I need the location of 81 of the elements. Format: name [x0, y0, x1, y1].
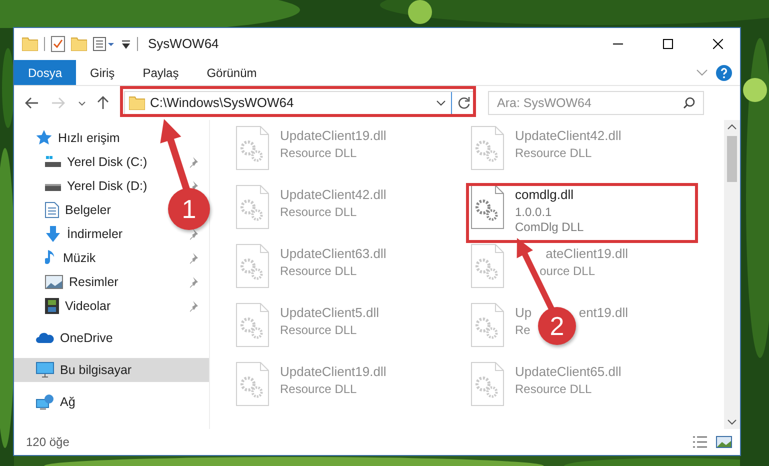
drive-icon [45, 156, 61, 168]
properties-icon[interactable] [51, 36, 65, 52]
sidebar-item[interactable]: İndirmeler [45, 222, 123, 246]
up-arrow-icon [97, 96, 109, 110]
pin-icon[interactable] [189, 276, 201, 288]
view-menu-icon[interactable] [93, 37, 115, 51]
caret-icon[interactable] [121, 39, 131, 49]
sidebar-item[interactable]: Hızlı erişim [14, 126, 209, 150]
file-detail: ComDlg DLL [515, 220, 584, 234]
forward-arrow-icon [51, 97, 65, 109]
sidebar-item[interactable]: Yerel Disk (C:) [45, 150, 148, 174]
maximize-icon [663, 39, 673, 49]
computer-icon [36, 362, 54, 378]
file-detail: Re [515, 322, 530, 338]
caret-icon [78, 100, 86, 106]
file-name: ent19.dll [578, 304, 628, 322]
scroll-up-icon[interactable] [727, 124, 737, 130]
file-detail: Resource DLL [280, 382, 357, 396]
address-bar[interactable]: C:\Windows\SysWOW64 [124, 91, 476, 115]
search-icon [683, 97, 695, 109]
file-detail: ource DLL [538, 264, 595, 278]
file-detail: Resource DLL [515, 146, 592, 160]
help-icon[interactable] [716, 64, 732, 80]
file-detail: Resource DLL [280, 322, 357, 338]
sidebar-item[interactable]: Videolar [45, 294, 111, 318]
sidebar-item[interactable]: Belgeler [45, 198, 111, 222]
new-folder-icon[interactable] [71, 37, 87, 51]
scroll-down-icon[interactable] [727, 419, 737, 425]
file-detail: Resource DLL [280, 146, 357, 160]
file-name: UpdateClient42.dll [515, 127, 622, 145]
back-arrow-icon [25, 97, 39, 109]
ribbon-tab[interactable]: Dosya [14, 60, 76, 85]
scrollbar-thumb[interactable] [727, 136, 737, 182]
large-icons-view-icon[interactable] [716, 435, 732, 449]
dropdown-icon[interactable] [436, 100, 446, 106]
sidebar-item[interactable]: Yerel Disk (D:) [45, 174, 148, 198]
file-name: UpdateClient19.dll [280, 363, 386, 381]
details-view-icon[interactable] [692, 435, 708, 449]
file-name: UpdateClient42.dll [280, 186, 386, 204]
refresh-icon[interactable] [457, 96, 471, 110]
pin-icon[interactable] [189, 228, 201, 240]
ribbon-tab[interactable]: Görünüm [192, 60, 271, 85]
sidebar-item[interactable]: Ağ [14, 390, 209, 414]
pin-icon[interactable] [189, 300, 201, 312]
sidebar-item[interactable]: Resimler [45, 270, 118, 294]
file-name: UpdateClient19.dll [280, 127, 386, 145]
ribbon-tab[interactable]: Giriş [76, 60, 129, 85]
download-arrow-icon [45, 226, 61, 242]
file-name: UpdateClient5.dll [280, 304, 380, 322]
network-icon [36, 394, 54, 410]
cloud-icon [36, 332, 54, 344]
folder-icon[interactable] [22, 37, 38, 51]
star-icon [36, 130, 52, 146]
dll-file-icon[interactable] [471, 185, 505, 230]
file-detail: Resource DLL [515, 382, 592, 396]
pin-icon[interactable] [189, 156, 201, 168]
close-icon [713, 39, 723, 49]
file-detail: Resource DLL [280, 204, 357, 220]
file-name: UpdateClient65.dll [515, 363, 622, 381]
music-note-icon [45, 250, 57, 266]
file-name: Up [515, 304, 532, 322]
sidebar-item[interactable]: OneDrive [14, 326, 209, 350]
ribbon-tab[interactable]: Paylaş [128, 60, 193, 85]
address-path: C:\Windows\SysWOW64 [150, 94, 294, 112]
folder-icon [129, 96, 145, 110]
file-name: comdlg.dll [515, 186, 574, 204]
minimize-icon [613, 43, 623, 45]
file-detail: 1.0.0.1 [515, 204, 552, 220]
search-placeholder: Ara: SysWOW64 [497, 94, 592, 112]
file-detail: Resource DLL [280, 264, 357, 278]
window-title: SysWOW64 [148, 35, 219, 54]
chevron-icon[interactable] [696, 68, 708, 76]
image-icon [45, 275, 63, 289]
sidebar-item[interactable]: Müzik [45, 246, 96, 270]
file-name: UpdateClient63.dll [280, 245, 386, 263]
pin-icon[interactable] [189, 252, 201, 264]
file-name: ateClient19.dll [544, 245, 628, 263]
sidebar-item[interactable]: Bu bilgisayar [14, 358, 209, 382]
item-count: 120 öğe [26, 434, 70, 451]
document-icon [45, 202, 59, 218]
film-icon [45, 298, 59, 314]
